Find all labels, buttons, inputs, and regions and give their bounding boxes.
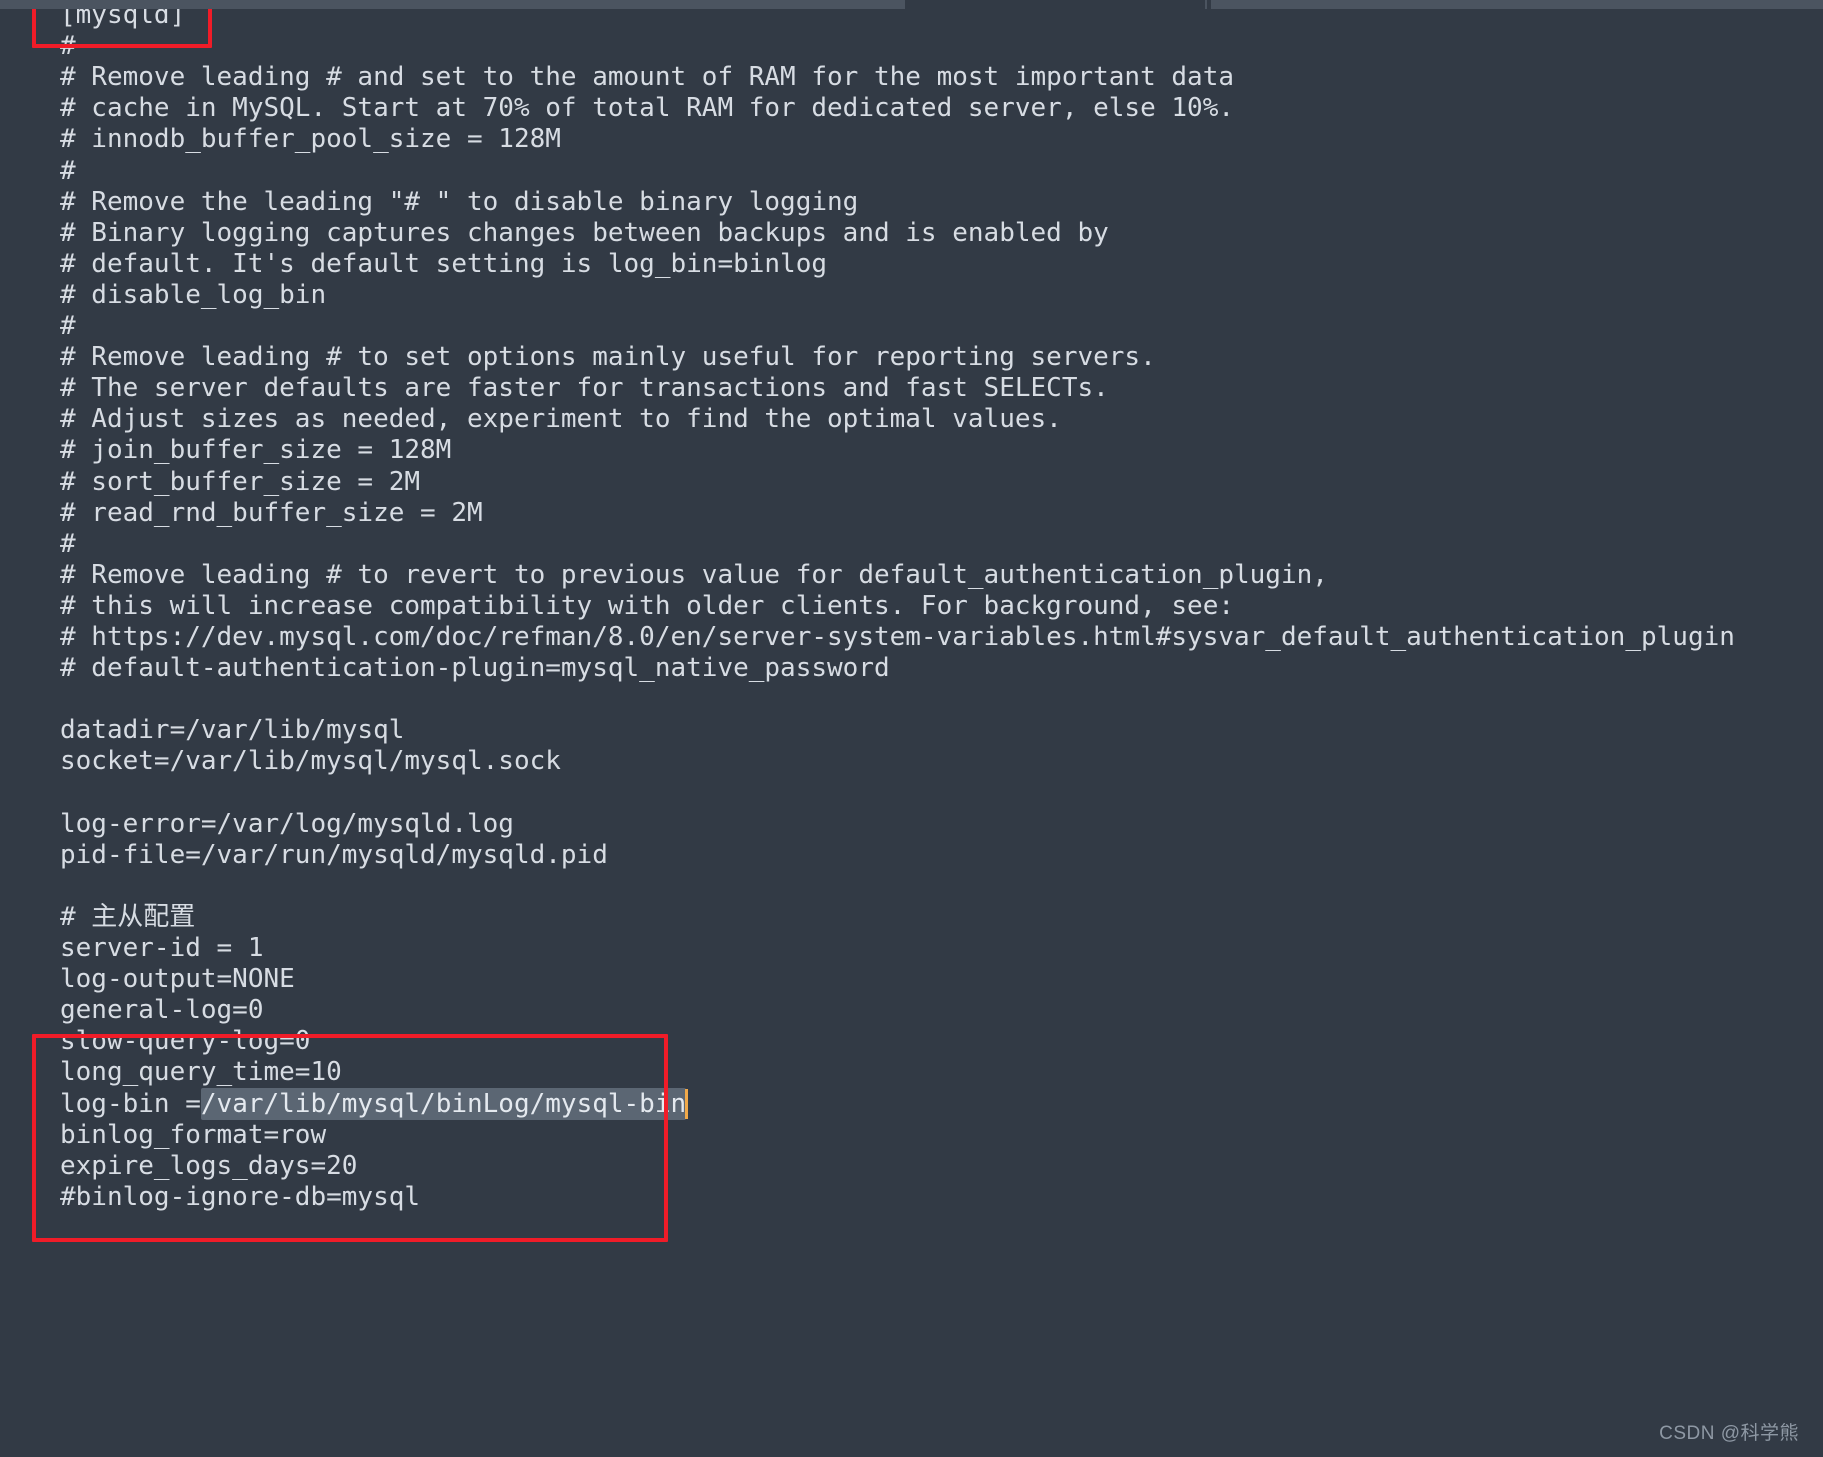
line-text: # disable_log_bin (60, 279, 327, 310)
line-text: pid-file=/var/run/mysqld/mysqld.pid (60, 839, 608, 870)
line-text: socket=/var/lib/mysql/mysql.sock (60, 746, 561, 777)
line-text: # read_rnd_buffer_size = 2M (60, 497, 483, 528)
code-editor[interactable]: 4[mysqld]5#6# Remove leading # and set t… (0, 0, 1823, 1457)
code-line[interactable]: 8# innodb_buffer_pool_size = 128M (0, 124, 1823, 155)
line-text: # The server defaults are faster for tra… (60, 373, 1109, 404)
tab-strip-gap-2 (905, 0, 1205, 9)
code-line[interactable]: 19# sort_buffer_size = 2M (0, 467, 1823, 498)
line-text: # Adjust sizes as needed, experiment to … (60, 404, 1062, 435)
code-line[interactable]: 32 (0, 871, 1823, 902)
code-line[interactable]: 40binlog_format=row (0, 1120, 1823, 1151)
line-text: # Remove leading # and set to the amount… (60, 62, 1234, 93)
line-text: # (60, 311, 76, 341)
code-line[interactable]: 33# 主从配置 (0, 902, 1823, 933)
text-caret (685, 1088, 689, 1119)
code-line[interactable]: 38long_query_time=10 (0, 1057, 1823, 1088)
line-text: # (60, 528, 76, 559)
code-line[interactable]: 29 (0, 778, 1823, 809)
code-line[interactable]: 26 (0, 684, 1823, 715)
line-number-gutter (0, 9, 30, 1457)
line-text: log-bin =/var/lib/mysql/binLog/mysql-bin (60, 1087, 689, 1120)
code-line[interactable]: 12# default. It's default setting is log… (0, 249, 1823, 280)
code-line[interactable]: 14# (0, 311, 1823, 342)
code-line[interactable]: 23# this will increase compatibility wit… (0, 591, 1823, 622)
code-line[interactable]: 16# The server defaults are faster for t… (0, 373, 1823, 404)
code-line[interactable]: 22# Remove leading # to revert to previo… (0, 560, 1823, 591)
selected-text[interactable]: /var/lib/mysql/binLog/mysql-bin (200, 1087, 687, 1120)
line-text: # default-authentication-plugin=mysql_na… (60, 653, 890, 684)
code-line[interactable]: 37slow-query-log=0 (0, 1026, 1823, 1057)
line-text: datadir=/var/lib/mysql (60, 715, 405, 746)
line-text: # sort_buffer_size = 2M (60, 466, 421, 497)
line-text: # this will increase compatibility with … (60, 590, 1234, 621)
line-text: # default. It's default setting is log_b… (60, 248, 828, 279)
line-text: server-id = 1 (60, 933, 264, 963)
code-line[interactable]: 9# (0, 156, 1823, 187)
code-line[interactable]: 15# Remove leading # to set options main… (0, 342, 1823, 373)
code-line[interactable]: 41expire_logs_days=20 (0, 1151, 1823, 1182)
line-text: #binlog-ignore-db=mysql (60, 1181, 421, 1212)
line-text-prefix: log-bin = (60, 1088, 201, 1119)
code-line[interactable]: 31pid-file=/var/run/mysqld/mysqld.pid (0, 840, 1823, 871)
line-text: long_query_time=10 (60, 1057, 342, 1088)
code-line[interactable]: 11# Binary logging captures changes betw… (0, 218, 1823, 249)
code-line[interactable]: 25# default-authentication-plugin=mysql_… (0, 653, 1823, 684)
code-line[interactable]: 27datadir=/var/lib/mysql (0, 715, 1823, 746)
tab-strip-gap-1 (1207, 0, 1211, 9)
code-line[interactable]: 42#binlog-ignore-db=mysql (0, 1182, 1823, 1213)
line-text: # Remove leading # to revert to previous… (60, 559, 1328, 590)
line-text: log-output=NONE (60, 964, 295, 995)
line-text: # Binary logging captures changes betwee… (60, 217, 1109, 248)
editor-window: 4[mysqld]5#6# Remove leading # and set t… (0, 0, 1823, 1457)
code-line[interactable]: 7# cache in MySQL. Start at 70% of total… (0, 93, 1823, 124)
line-text: expire_logs_days=20 (60, 1150, 358, 1181)
code-line[interactable]: 24# https://dev.mysql.com/doc/refman/8.0… (0, 622, 1823, 653)
code-line[interactable]: 34server-id = 1 (0, 933, 1823, 964)
line-text: general-log=0 (60, 995, 264, 1026)
code-text-area[interactable]: 4[mysqld]5#6# Remove leading # and set t… (0, 0, 1823, 1457)
line-text: binlog_format=row (60, 1119, 327, 1150)
line-text: # Remove leading # to set options mainly… (60, 342, 1156, 373)
line-text: # 主从配置 (60, 901, 196, 932)
code-line[interactable]: 21# (0, 529, 1823, 560)
line-text: # cache in MySQL. Start at 70% of total … (60, 93, 1234, 124)
watermark-label: CSDN @科学熊 (1659, 1423, 1799, 1444)
code-line[interactable]: 36general-log=0 (0, 995, 1823, 1026)
code-line[interactable]: 10# Remove the leading "# " to disable b… (0, 187, 1823, 218)
code-line[interactable]: 20# read_rnd_buffer_size = 2M (0, 498, 1823, 529)
code-line[interactable]: 5# (0, 31, 1823, 62)
line-text: log-error=/var/log/mysqld.log (60, 808, 514, 839)
code-line[interactable]: 43 (0, 1213, 1823, 1244)
line-text: # Remove the leading "# " to disable bin… (60, 186, 859, 217)
line-text: # innodb_buffer_pool_size = 128M (60, 124, 561, 155)
code-line[interactable]: 13# disable_log_bin (0, 280, 1823, 311)
line-text: # (60, 155, 76, 186)
top-tab-strip[interactable] (0, 0, 1823, 9)
line-text: # join_buffer_size = 128M (60, 435, 452, 466)
code-line[interactable]: 28socket=/var/lib/mysql/mysql.sock (0, 746, 1823, 777)
code-line[interactable]: 30log-error=/var/log/mysqld.log (0, 809, 1823, 840)
code-line[interactable]: 17# Adjust sizes as needed, experiment t… (0, 404, 1823, 435)
line-text: # https://dev.mysql.com/doc/refman/8.0/e… (60, 622, 1735, 652)
line-text: slow-query-log=0 (60, 1026, 311, 1057)
code-line[interactable]: 39log-bin =/var/lib/mysql/binLog/mysql-b… (0, 1087, 1823, 1120)
code-line[interactable]: 35log-output=NONE (0, 964, 1823, 995)
code-line[interactable]: 18# join_buffer_size = 128M (0, 435, 1823, 466)
line-text: # (60, 31, 76, 62)
code-line[interactable]: 6# Remove leading # and set to the amoun… (0, 62, 1823, 93)
